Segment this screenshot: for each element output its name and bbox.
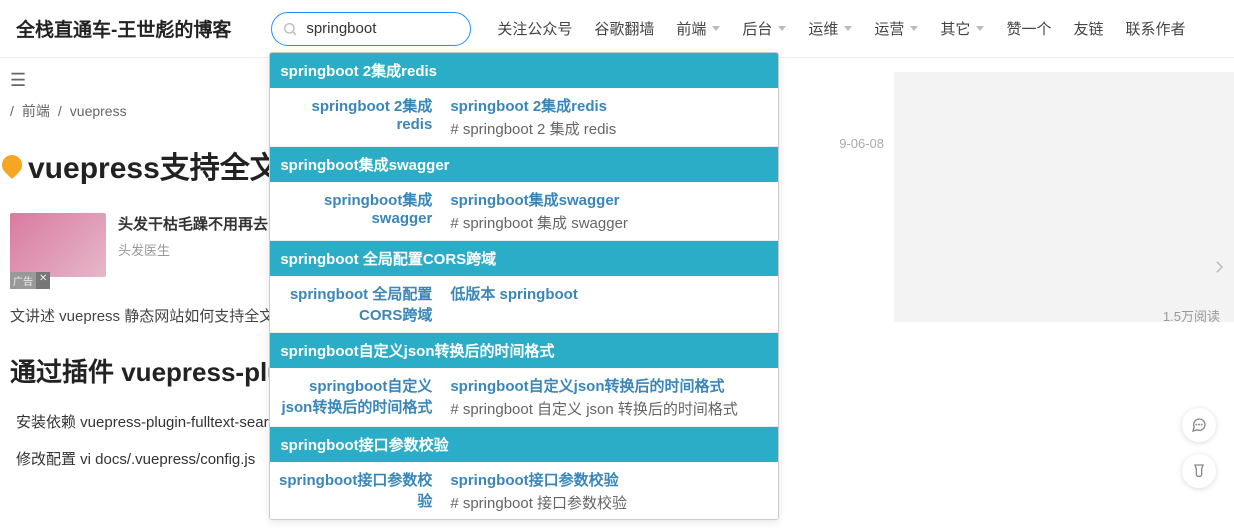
nav-item[interactable]: 关注公众号: [497, 18, 572, 39]
menu-icon[interactable]: ☰: [10, 70, 26, 91]
suggestion-left: springboot 2集成redis: [270, 88, 440, 146]
suggestion-right: springboot集成swagger# springboot 集成 swagg…: [440, 182, 778, 240]
nav-item[interactable]: 前端: [676, 18, 720, 39]
suggestion-group-header[interactable]: springboot自定义json转换后的时间格式: [270, 333, 778, 368]
suggestion-row[interactable]: springboot接口参数校验springboot接口参数校验# spring…: [270, 462, 778, 520]
search-icon: [282, 21, 298, 37]
nav-label: 友链: [1073, 18, 1103, 39]
chevron-down-icon: [778, 26, 786, 31]
suggestion-snippet: # springboot 2 集成 redis: [450, 118, 768, 139]
chevron-right-icon[interactable]: [1210, 258, 1228, 279]
post-date: 9-06-08: [839, 136, 884, 151]
suggestion-group-header[interactable]: springboot接口参数校验: [270, 427, 778, 462]
suggestion-right: springboot 2集成redis# springboot 2 集成 red…: [440, 88, 778, 146]
nav-item[interactable]: 其它: [940, 18, 984, 39]
suggestion-title: springboot 2集成redis: [450, 95, 768, 116]
nav-label: 谷歌翻墙: [594, 18, 654, 39]
nav-label: 其它: [940, 18, 970, 39]
suggestion-snippet: # springboot 接口参数校验: [450, 492, 768, 513]
nav-label: 运维: [808, 18, 838, 39]
ad-label: 广告: [10, 272, 36, 289]
nav-item[interactable]: 运维: [808, 18, 852, 39]
suggestion-left: springboot 全局配置CORS跨域: [270, 276, 440, 332]
suggestion-row[interactable]: springboot集成swaggerspringboot集成swagger# …: [270, 182, 778, 241]
ad-image: 广告 ✕: [10, 213, 106, 277]
main-nav: 关注公众号 谷歌翻墙 前端 后台 运维 运营 其它 赞一个 友链 联系作者: [497, 18, 1185, 39]
nav-item[interactable]: 运营: [874, 18, 918, 39]
suggestion-group-header[interactable]: springboot 全局配置CORS跨域: [270, 241, 778, 276]
fire-icon: [0, 151, 26, 179]
suggestion-right: 低版本 springboot: [440, 276, 778, 332]
suggestion-right: springboot接口参数校验# springboot 接口参数校验: [440, 462, 778, 520]
theme-button[interactable]: [1182, 454, 1216, 488]
suggestion-title: 低版本 springboot: [450, 283, 768, 304]
read-count: 1.5万阅读: [1163, 306, 1220, 325]
suggestion-snippet: # springboot 自定义 json 转换后的时间格式: [450, 398, 768, 419]
nav-label: 赞一个: [1006, 18, 1051, 39]
chevron-down-icon: [712, 26, 720, 31]
breadcrumb-item[interactable]: vuepress: [70, 103, 127, 119]
suggestion-snippet: # springboot 集成 swagger: [450, 212, 768, 233]
suggestion-title: springboot接口参数校验: [450, 469, 768, 490]
nav-item[interactable]: 谷歌翻墙: [594, 18, 654, 39]
breadcrumb-item[interactable]: 前端: [22, 101, 50, 121]
breadcrumb-sep: /: [10, 103, 14, 119]
nav-item[interactable]: 联系作者: [1125, 18, 1185, 39]
suggestion-title: springboot集成swagger: [450, 189, 768, 210]
nav-label: 运营: [874, 18, 904, 39]
nav-label: 关注公众号: [497, 18, 572, 39]
chevron-down-icon: [976, 26, 984, 31]
nav-item[interactable]: 友链: [1073, 18, 1103, 39]
nav-label: 联系作者: [1125, 18, 1185, 39]
search-suggestions[interactable]: springboot 2集成redisspringboot 2集成redissp…: [269, 52, 779, 520]
search-wrap: springboot 2集成redisspringboot 2集成redissp…: [271, 12, 471, 46]
search-input[interactable]: [306, 20, 458, 37]
nav-item[interactable]: 赞一个: [1006, 18, 1051, 39]
suggestion-row[interactable]: springboot自定义json转换后的时间格式springboot自定义js…: [270, 368, 778, 427]
close-icon[interactable]: ✕: [36, 272, 50, 289]
suggestion-left: springboot集成swagger: [270, 182, 440, 240]
nav-label: 后台: [742, 18, 772, 39]
breadcrumb-sep: /: [58, 103, 62, 119]
suggestion-group-header[interactable]: springboot 2集成redis: [270, 53, 778, 88]
right-ad-slot[interactable]: [894, 72, 1234, 322]
search-box[interactable]: [271, 12, 471, 46]
suggestion-title: springboot自定义json转换后的时间格式: [450, 375, 768, 396]
suggestion-right: springboot自定义json转换后的时间格式# springboot 自定…: [440, 368, 778, 426]
ad-badge: 广告 ✕: [10, 272, 50, 289]
nav-label: 前端: [676, 18, 706, 39]
nav-item[interactable]: 后台: [742, 18, 786, 39]
suggestion-row[interactable]: springboot 全局配置CORS跨域低版本 springboot: [270, 276, 778, 333]
chevron-down-icon: [910, 26, 918, 31]
suggestion-left: springboot接口参数校验: [270, 462, 440, 520]
chevron-down-icon: [844, 26, 852, 31]
suggestion-row[interactable]: springboot 2集成redisspringboot 2集成redis# …: [270, 88, 778, 147]
comment-button[interactable]: [1182, 408, 1216, 442]
suggestion-left: springboot自定义json转换后的时间格式: [270, 368, 440, 426]
app-header: 全栈直通车-王世彪的博客 springboot 2集成redisspringbo…: [0, 0, 1234, 58]
suggestion-group-header[interactable]: springboot集成swagger: [270, 147, 778, 182]
site-title[interactable]: 全栈直通车-王世彪的博客: [16, 15, 231, 42]
